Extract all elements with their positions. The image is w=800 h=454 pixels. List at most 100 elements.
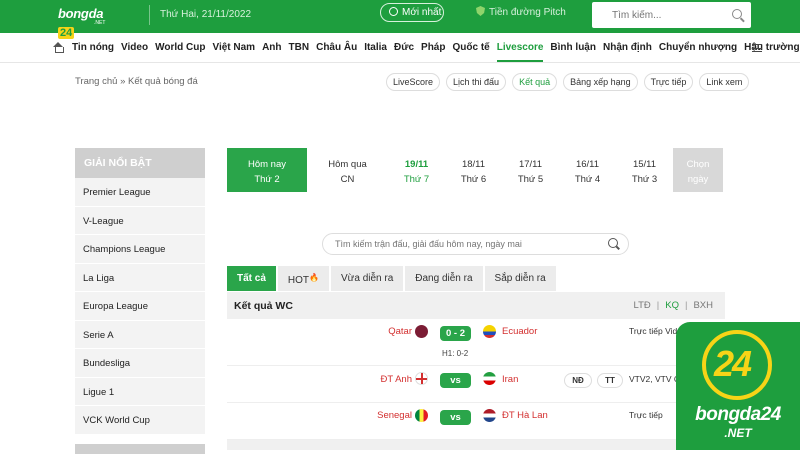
nav-item[interactable]: World Cup bbox=[155, 42, 205, 62]
nav-item[interactable]: Livescore bbox=[496, 42, 544, 62]
broadcast-info: VTV2, VTV C bbox=[629, 374, 681, 384]
hamburger-menu-icon[interactable] bbox=[752, 44, 762, 52]
england-flag-icon bbox=[415, 372, 428, 385]
home-team[interactable]: Qatar bbox=[388, 326, 412, 337]
nav-item[interactable]: Bình luận bbox=[550, 42, 596, 62]
match-score[interactable]: 0 - 2 bbox=[440, 326, 471, 341]
nav-item[interactable]: Video bbox=[121, 42, 148, 62]
competition-header: Kết quả WC LTĐ | KQ | BXH bbox=[227, 292, 725, 319]
sidebar-league-item[interactable]: V-League bbox=[75, 206, 205, 235]
nav-item[interactable]: Nhận định bbox=[603, 42, 652, 62]
nav-item[interactable]: Pháp bbox=[421, 42, 445, 62]
filter-tab[interactable]: Vừa diễn ra bbox=[330, 266, 404, 291]
nav-items: Tin nóng Video World Cup Việt Nam Anh TBN Châu… bbox=[72, 42, 800, 62]
day-weekday: Thứ 5 bbox=[517, 174, 544, 185]
day-date: Chọn bbox=[686, 159, 710, 170]
nav-item[interactable]: Quốc tế bbox=[452, 42, 489, 62]
filter-tab-label: Vừa diễn ra bbox=[340, 273, 394, 284]
badge-number: 24 bbox=[714, 343, 752, 384]
badge-brand: bongda24 bbox=[695, 404, 781, 425]
pick-date-button[interactable]: Chọn ngày bbox=[673, 148, 723, 192]
odds-nd-button[interactable]: NĐ bbox=[564, 373, 592, 388]
day-tab[interactable]: 15/11 Thứ 3 bbox=[616, 148, 673, 192]
match-vs[interactable]: vs bbox=[440, 410, 471, 425]
day-tab[interactable]: Hôm qua CN bbox=[307, 148, 388, 192]
filter-tab[interactable]: Sắp diễn ra bbox=[484, 266, 556, 291]
sidebar-league-item[interactable]: Ligue 1 bbox=[75, 377, 205, 406]
section-chip[interactable]: LiveScore bbox=[386, 73, 441, 91]
pitch-link[interactable]: Tiền đường Pitch bbox=[476, 6, 566, 18]
home-team[interactable]: ĐT Anh bbox=[380, 374, 412, 385]
day-date: Hôm qua bbox=[328, 159, 367, 170]
sidebar-league-item[interactable]: VCK World Cup bbox=[75, 406, 205, 435]
day-weekday: ngày bbox=[687, 174, 709, 185]
sidebar-title: GIẢI NỔI BẬT bbox=[75, 148, 205, 178]
day-weekday: Thứ 2 bbox=[254, 174, 280, 185]
away-team[interactable]: Ecuador bbox=[502, 326, 537, 337]
match-search bbox=[322, 233, 629, 255]
filter-tab[interactable]: Tất cả bbox=[227, 266, 276, 291]
logo-net: .NET bbox=[94, 20, 106, 26]
odds-tt-button[interactable]: TT bbox=[597, 373, 623, 388]
match-search-input[interactable] bbox=[323, 234, 593, 254]
nav-item[interactable]: Việt Nam bbox=[212, 42, 255, 62]
link-kq[interactable]: KQ bbox=[665, 300, 679, 311]
link-bxh[interactable]: BXH bbox=[693, 300, 713, 311]
day-tab[interactable]: 19/11 Thứ 7 bbox=[388, 148, 445, 192]
filter-tab[interactable]: Đang diễn ra bbox=[405, 266, 483, 291]
day-weekday: Thứ 6 bbox=[460, 174, 487, 185]
broadcast-info: Trực tiếp Vide bbox=[629, 326, 682, 336]
header-search-input[interactable] bbox=[592, 2, 720, 28]
sidebar-league-item[interactable]: La Liga bbox=[75, 263, 205, 292]
home-team[interactable]: Senegal bbox=[377, 410, 412, 421]
filter-tab-label: HOT bbox=[287, 275, 310, 286]
section-chip[interactable]: Link xem bbox=[699, 73, 750, 91]
section-chips: LiveScore Lịch thi đấu Kết quả Bảng xếp hạn… bbox=[386, 73, 750, 91]
section-chip[interactable]: Bảng xếp hạng bbox=[563, 73, 638, 91]
filter-tab[interactable]: HOT🔥 bbox=[277, 266, 329, 291]
senegal-flag-icon bbox=[415, 409, 428, 422]
nav-item[interactable]: Anh bbox=[262, 42, 281, 62]
site-logo[interactable]: bongda24 .NET bbox=[58, 5, 118, 39]
header-date: Thứ Hai, 21/11/2022 bbox=[160, 9, 252, 20]
nav-item[interactable]: Châu Âu bbox=[316, 42, 357, 62]
nav-item[interactable]: Tin nóng bbox=[72, 42, 114, 62]
home-icon[interactable] bbox=[53, 42, 64, 53]
section-chip[interactable]: Kết quả bbox=[512, 73, 558, 91]
day-weekday: CN bbox=[340, 174, 355, 185]
nav-item[interactable]: Italia bbox=[364, 42, 387, 62]
sidebar-league-item[interactable]: Bundesliga bbox=[75, 349, 205, 378]
sidebar-league-item[interactable]: Serie A bbox=[75, 320, 205, 349]
broadcast-info: Trực tiếp bbox=[629, 410, 663, 420]
match-vs[interactable]: vs bbox=[440, 373, 471, 388]
link-ltd[interactable]: LTĐ bbox=[634, 300, 651, 311]
sidebar-league-item[interactable]: Premier League bbox=[75, 178, 205, 207]
nav-item[interactable]: Chuyển nhượng bbox=[659, 42, 737, 62]
section-chip[interactable]: Trực tiếp bbox=[643, 73, 694, 91]
breadcrumb-home[interactable]: Trang chủ bbox=[75, 76, 117, 87]
sidebar-league-item[interactable]: Champions League bbox=[75, 235, 205, 264]
day-tab[interactable]: 18/11 Thứ 6 bbox=[445, 148, 502, 192]
away-team[interactable]: Iran bbox=[502, 374, 518, 385]
search-icon[interactable] bbox=[732, 9, 742, 19]
match-row[interactable]: Senegal vs ĐT Hà Lan Trực tiếp bbox=[227, 403, 725, 440]
away-team[interactable]: ĐT Hà Lan bbox=[502, 410, 548, 421]
shield-icon bbox=[476, 6, 485, 16]
day-tab[interactable]: 17/11 Thứ 5 bbox=[502, 148, 559, 192]
match-row[interactable]: Qatar 0 - 2 Ecuador H1: 0-2 Trực tiếp Vi… bbox=[227, 319, 725, 366]
next-competition-header bbox=[227, 440, 725, 450]
nav-item[interactable]: Đức bbox=[394, 42, 414, 62]
breadcrumb: Trang chủ » Kết quả bóng đá bbox=[75, 76, 198, 87]
section-chip[interactable]: Lịch thi đấu bbox=[446, 73, 507, 91]
sidebar-league-item[interactable]: Europa League bbox=[75, 292, 205, 321]
bongda24-badge: 24 bongda24 .NET bbox=[676, 322, 800, 450]
filter-tab-label: Tất cả bbox=[237, 273, 266, 284]
ecuador-flag-icon bbox=[483, 325, 496, 338]
newest-button[interactable]: Mới nhất bbox=[380, 3, 444, 22]
search-icon[interactable] bbox=[608, 238, 618, 248]
day-tab[interactable]: 16/11 Thứ 4 bbox=[559, 148, 616, 192]
day-date: 19/11 bbox=[404, 159, 429, 170]
match-row[interactable]: ĐT Anh vs Iran NĐ TT VTV2, VTV C bbox=[227, 366, 725, 403]
day-tab[interactable]: Hôm nay Thứ 2 bbox=[227, 148, 307, 192]
nav-item[interactable]: TBN bbox=[289, 42, 310, 62]
